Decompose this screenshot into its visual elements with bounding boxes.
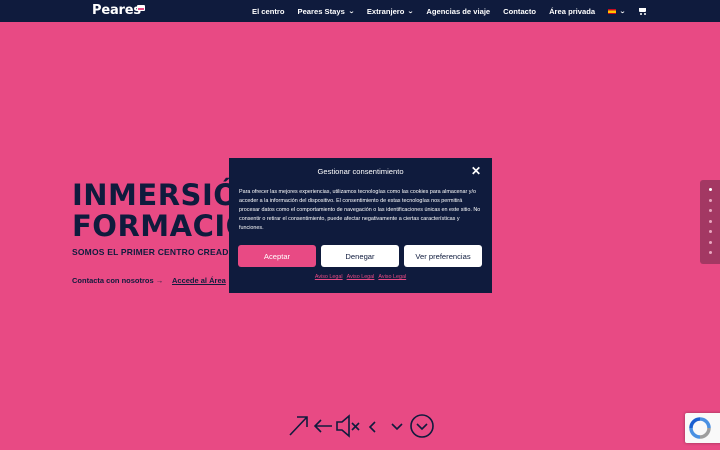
section-dot[interactable] bbox=[708, 230, 712, 233]
scroll-down-circle-icon[interactable] bbox=[409, 413, 435, 439]
logo-flag-icon bbox=[137, 5, 145, 11]
expand-arrow-icon[interactable] bbox=[288, 413, 310, 437]
dialog-message: Para ofrecer las mejores experiencias, u… bbox=[239, 189, 481, 231]
mute-icon[interactable] bbox=[335, 413, 361, 439]
section-dot[interactable] bbox=[708, 251, 712, 254]
dialog-title: Gestionar consentimiento bbox=[317, 167, 404, 176]
hero-subtitle: SOMOS EL PRIMER CENTRO CREADO bbox=[72, 247, 236, 257]
contact-link[interactable]: Contacta con nosotros → bbox=[72, 276, 163, 285]
chevron-left-icon[interactable] bbox=[366, 413, 378, 439]
cart-icon bbox=[638, 7, 647, 15]
nav-item-peares-stays[interactable]: Peares Stays ⌄ bbox=[298, 7, 355, 16]
section-dot-navigation bbox=[700, 180, 720, 264]
legal-notice-link[interactable]: Aviso Legal bbox=[347, 274, 375, 280]
chevron-down-icon: ⌄ bbox=[407, 8, 415, 15]
dialog-buttons: Aceptar Denegar Ver preferencias bbox=[238, 245, 482, 267]
recaptcha-badge[interactable] bbox=[685, 413, 720, 443]
accept-button[interactable]: Aceptar bbox=[238, 245, 316, 267]
chevron-down-icon: ⌄ bbox=[619, 8, 626, 15]
nav-item-agencias-de-viaje[interactable]: Agencias de viaje bbox=[426, 7, 490, 16]
cookie-consent-dialog: Gestionar consentimiento ✕ Para ofrecer … bbox=[229, 158, 492, 293]
legal-links: Aviso Legal Aviso Legal Aviso Legal bbox=[229, 274, 492, 280]
main-menu: El centro Peares Stays ⌄ Extranjero ⌄ Agen… bbox=[252, 0, 647, 22]
nav-item-area-privada[interactable]: Área privada bbox=[549, 7, 595, 16]
section-dot[interactable] bbox=[708, 209, 712, 212]
deny-button[interactable]: Denegar bbox=[321, 245, 399, 267]
top-navigation-bar: Peares El centro Peares Stays ⌄ Extranjer… bbox=[0, 0, 720, 22]
cart-button[interactable] bbox=[638, 7, 647, 15]
chevron-down-icon: ⌄ bbox=[348, 8, 355, 15]
site-logo[interactable]: Peares bbox=[92, 3, 141, 18]
section-dot[interactable] bbox=[708, 198, 712, 202]
close-icon[interactable]: ✕ bbox=[471, 165, 481, 177]
nav-item-contacto[interactable]: Contacto bbox=[503, 7, 536, 16]
recaptcha-icon bbox=[689, 417, 711, 439]
section-dot[interactable] bbox=[708, 188, 712, 191]
language-switcher[interactable]: ⌄ bbox=[608, 8, 626, 15]
spain-flag-icon bbox=[608, 8, 617, 14]
chevron-down-icon[interactable] bbox=[389, 413, 405, 439]
back-arrow-icon[interactable] bbox=[312, 413, 334, 437]
legal-notice-link[interactable]: Aviso Legal bbox=[315, 274, 343, 280]
private-area-link[interactable]: Accede al Área bbox=[172, 276, 226, 285]
section-dot[interactable] bbox=[708, 240, 712, 244]
section-dot[interactable] bbox=[708, 219, 712, 223]
view-preferences-button[interactable]: Ver preferencias bbox=[404, 245, 482, 267]
nav-item-el-centro[interactable]: El centro bbox=[252, 7, 285, 16]
legal-notice-link[interactable]: Aviso Legal bbox=[378, 274, 406, 280]
nav-item-extranjero[interactable]: Extranjero ⌄ bbox=[367, 7, 414, 16]
